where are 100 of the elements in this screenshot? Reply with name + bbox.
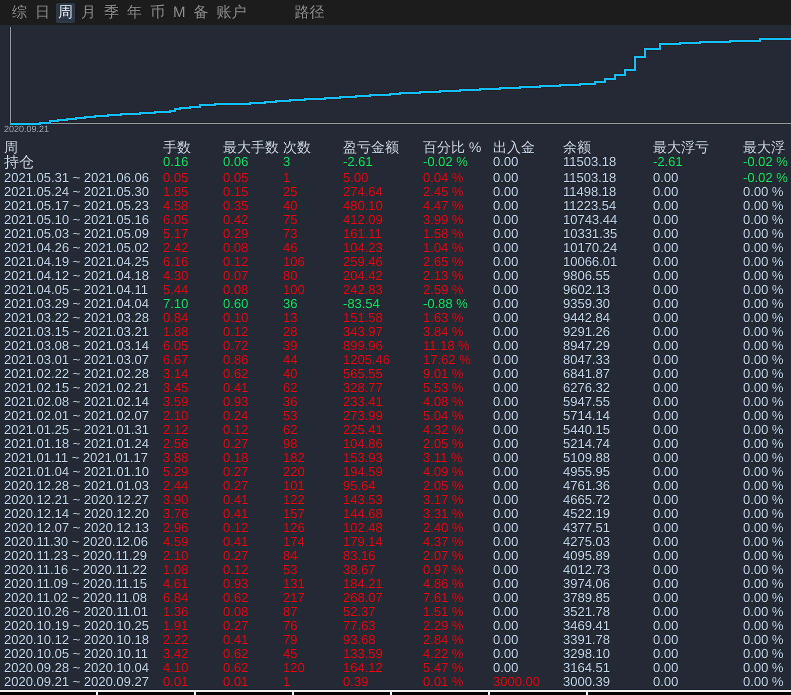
table-cell-text: 184.21 [343,577,384,591]
table-cell-text: 0.00 [653,479,680,493]
period-cell-text: 2021.01.11 ~ 2021.01.17 [4,451,149,465]
table-cell-text: 36 [283,395,298,409]
table-cell-text: 4.37 % [423,535,464,549]
table-cell-text: 4522.19 [563,507,611,521]
period-cell-text: 2021.02.01 ~ 2021.02.07 [4,409,150,423]
path-tab[interactable]: 路径 [292,2,326,22]
table-cell-text: 0.00 % [743,591,784,605]
table-cell-text: 4.09 % [423,465,464,479]
table-cell-text: 0.00 [493,311,520,325]
table-cell-text: 0.00 % [743,367,784,381]
table-cell-text: 0.00 [653,283,680,297]
table-cell-text: 0.00 [653,563,680,577]
table-cell-text: 0.00 [653,465,680,479]
table-cell-text: 0.00 [493,535,520,549]
table-cell-text: 0.62 [223,367,250,381]
table-cell-text: 10331.35 [563,227,618,241]
table-cell-text: 3.84 % [423,325,464,339]
table-cell-text: 0.00 [493,451,520,465]
period-tab[interactable]: 账户 [214,2,248,22]
period-tab[interactable]: 综 [10,2,29,22]
period-tab[interactable]: 备 [192,2,210,22]
table-cell-text: 4275.03 [563,535,611,549]
period-tab[interactable]: 季 [102,2,121,22]
table-cell-text: 5214.74 [563,437,611,451]
period-tab[interactable]: M [171,2,188,22]
table-cell-text: 153.93 [343,451,384,465]
period-cell-text: 2020.11.16 ~ 2020.11.22 [4,563,148,577]
period-tab[interactable]: 周 [56,2,75,22]
table-cell-text: 144.68 [343,507,384,521]
table-cell-text: 9291.26 [563,325,611,339]
period-cell-text: 2021.03.22 ~ 2021.03.28 [4,311,150,325]
period-cell-text: 2020.11.23 ~ 2020.11.29 [4,549,148,563]
period-tab[interactable]: 月 [79,2,98,22]
table-cell-text: 0.00 [493,521,520,535]
table-cell-text: 0.00 % [743,549,784,563]
table-cell-text: 0.05 [223,171,250,185]
table-cell-text: 1.58 % [423,227,464,241]
period-tab[interactable]: 日 [33,2,52,22]
table-cell-text: 95.64 [343,479,377,493]
table-cell-text: 4.58 [163,199,190,213]
table-cell-text: 0.00 [653,647,680,661]
table-cell-text: 6.16 [163,255,190,269]
table-cell-text: 126 [283,521,306,535]
table-cell-text: 0.00 [653,675,680,689]
table-cell-text: 100 [283,283,306,297]
period-cell-text: 2021.04.19 ~ 2021.04.25 [4,255,150,269]
table-cell-text: 0.12 [223,521,250,535]
table-cell-text: 0.12 [223,255,250,269]
table-cell-text: 7.10 [163,297,190,311]
table-cell-text: 9442.84 [563,311,611,325]
table-cell-text: 0.00 % [743,227,784,241]
period-tab[interactable]: 币 [148,2,167,22]
table-cell-text: 0.00 % [743,647,784,661]
table-cell-text: 4.59 [163,535,190,549]
table-cell-text: 84 [283,549,298,563]
table-cell-text: 343.97 [343,325,384,339]
table-cell-text: 6.84 [163,591,190,605]
table-cell-text: 0.08 [223,605,250,619]
table-cell-text: 0.00 [653,325,680,339]
table-cell-text: 11503.18 [563,155,618,171]
table-cell-text: 1.51 % [423,605,464,619]
table-cell-text: 0.00 [653,535,680,549]
table-cell-text: 87 [283,605,298,619]
period-cell-text: 2021.05.24 ~ 2021.05.30 [4,185,150,199]
table-cell-text: 0.00 [493,605,520,619]
table-cell-text: 98 [283,437,298,451]
table-cell-text: 0.00 [653,605,680,619]
table-cell-text: 4377.51 [563,521,611,535]
table-cell-text: 77.63 [343,619,377,633]
table-cell-text: 0.00 [653,171,680,185]
table-cell-text: -0.02 % [423,155,469,171]
table-cell-text: 0.00 % [743,619,784,633]
table-cell-text: -2.61 [343,155,374,171]
table-cell-text: 0.00 [493,549,520,563]
table-cell-text: 39 [283,339,298,353]
table-cell-text: 120 [283,661,306,675]
table-cell-text: 0.12 [223,563,250,577]
period-cell-text: 2020.12.21 ~ 2020.12.27 [4,493,150,507]
table-cell-text: 0.00 % [743,395,784,409]
table-cell-text: 0.00 [493,633,520,647]
period-cell-text: 2021.01.04 ~ 2021.01.10 [4,465,150,479]
table-cell-text: 273.99 [343,409,384,423]
table-cell-text: 0.00 [493,155,520,171]
table-cell-text: 25 [283,185,298,199]
table-cell-text: 2.56 [163,437,190,451]
table-cell-text: 38.67 [343,563,377,577]
table-cell-text: 0.93 [223,577,250,591]
table-cell-text: 0.07 [223,269,250,283]
table-cell-text: 0.01 [163,675,190,689]
table-cell-text: 4761.36 [563,479,611,493]
table-cell-text: 0.41 [223,633,250,647]
period-tab[interactable]: 年 [125,2,144,22]
period-cell-text: 2021.05.17 ~ 2021.05.23 [4,199,150,213]
table-cell-text: 0.00 [493,325,520,339]
table-cell-text: 0.00 [653,549,680,563]
table-cell-text: 0.00 [653,185,680,199]
table-cell-text: 0.01 % [423,675,464,689]
table-cell-text: 0.00 [653,381,680,395]
